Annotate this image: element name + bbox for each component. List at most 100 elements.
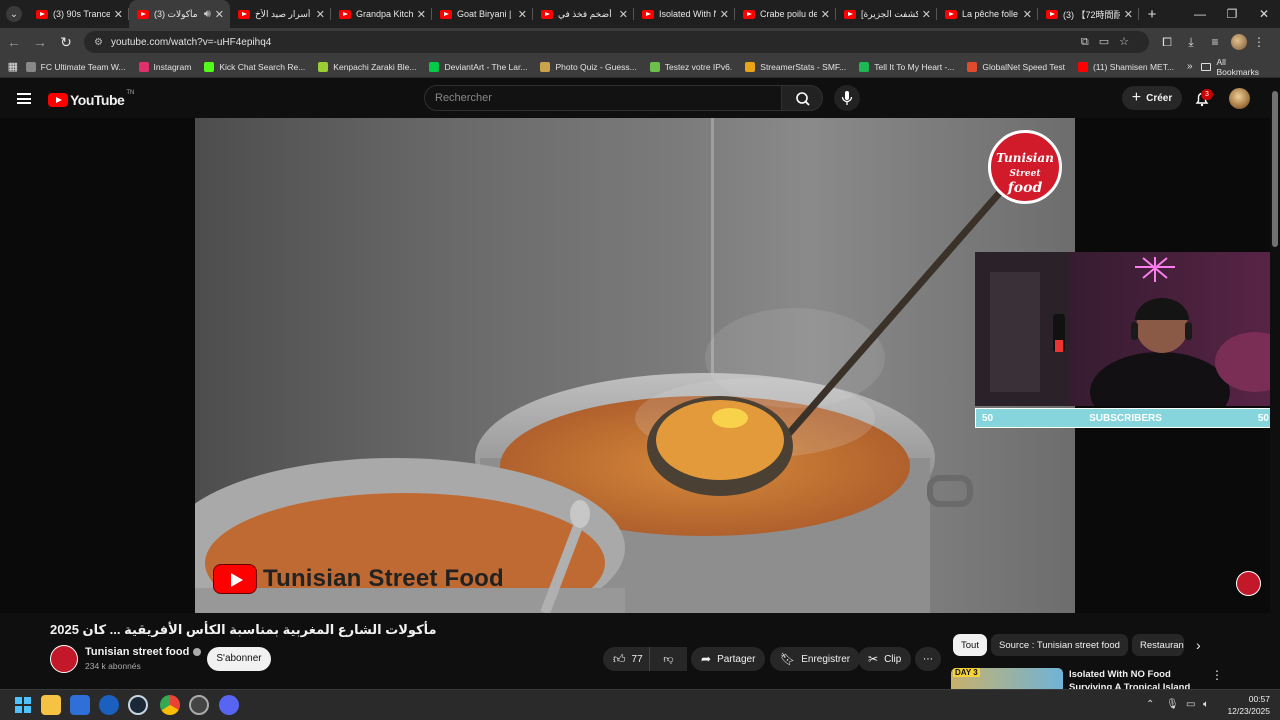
browser-tab[interactable]: Grandpa Kitche ✕ bbox=[331, 0, 432, 28]
scrollbar-thumb[interactable] bbox=[1272, 91, 1278, 247]
volume-icon[interactable]: 🔈︎ bbox=[1203, 699, 1209, 710]
bookmark-item[interactable]: Tell It To My Heart -... bbox=[859, 61, 954, 72]
dislike-button[interactable]: 👎︎ bbox=[649, 647, 687, 671]
recommendation-thumbnail[interactable]: DAY 3 bbox=[951, 668, 1063, 690]
url-text[interactable]: youtube.com/watch?v=-uHF4epihq4 bbox=[111, 37, 1081, 48]
download-icon[interactable]: ⤓ bbox=[1179, 35, 1203, 50]
profile-avatar[interactable] bbox=[1231, 34, 1247, 50]
tab-title: Isolated With N bbox=[659, 9, 716, 19]
bookmark-item[interactable]: StreamerStats - SMF... bbox=[745, 61, 846, 72]
close-tab-icon[interactable]: ✕ bbox=[518, 8, 527, 21]
microphone-tray-icon[interactable]: 🎙︎ bbox=[1166, 699, 1179, 710]
close-window-icon[interactable]: ✕ bbox=[1248, 7, 1280, 21]
address-bar[interactable]: ⚙ youtube.com/watch?v=-uHF4epihq4 ⧉▭☆ bbox=[84, 31, 1149, 53]
file-explorer-icon[interactable] bbox=[41, 695, 61, 715]
close-tab-icon[interactable]: ✕ bbox=[417, 8, 426, 21]
page-scrollbar[interactable] bbox=[1270, 79, 1280, 689]
voice-search-button[interactable] bbox=[834, 85, 860, 111]
recommendation-title[interactable]: Isolated With NO Food Surviving A Tropic… bbox=[1069, 668, 1209, 690]
chrome-icon[interactable] bbox=[160, 695, 180, 715]
webcam-image bbox=[975, 252, 1280, 406]
youtube-favicon-icon bbox=[743, 9, 755, 19]
discord-icon[interactable] bbox=[219, 695, 239, 715]
browser-tab[interactable]: Goat Biryani | ✕ bbox=[432, 0, 533, 28]
browser-app-icon[interactable] bbox=[99, 695, 119, 715]
browser-tab[interactable]: أسرار صيد الأخ ✕ bbox=[230, 0, 331, 28]
chevron-right-icon[interactable]: › bbox=[1196, 637, 1201, 653]
close-tab-icon[interactable]: ✕ bbox=[114, 8, 123, 21]
more-vertical-icon[interactable]: ⋮ bbox=[1211, 668, 1223, 682]
bookmark-item[interactable]: DeviantArt - The Lar... bbox=[429, 61, 527, 72]
browser-tab[interactable]: Crabe poilu de ✕ bbox=[735, 0, 836, 28]
bookmark-label: Kick Chat Search Re... bbox=[219, 61, 306, 72]
close-tab-icon[interactable]: ✕ bbox=[922, 8, 931, 21]
steam-icon[interactable] bbox=[128, 695, 148, 715]
video-frame[interactable]: Tunisian Street food Tunisian Street Foo… bbox=[195, 118, 1075, 613]
display-tray-icon[interactable]: ▭ bbox=[1186, 699, 1195, 710]
browser-tab[interactable]: (3) مأكولات 🔊︎ ✕ bbox=[129, 0, 230, 28]
new-tab-button[interactable]: + bbox=[1139, 6, 1165, 23]
close-tab-icon[interactable]: ✕ bbox=[821, 8, 830, 21]
mail-icon[interactable] bbox=[70, 695, 90, 715]
browser-menu-icon[interactable]: ⋮ bbox=[1251, 35, 1267, 49]
bookmark-item[interactable]: Photo Quiz - Guess... bbox=[540, 61, 637, 72]
extensions-icon[interactable]: ⧠ bbox=[1155, 35, 1179, 50]
create-button[interactable]: + Créer bbox=[1122, 86, 1182, 110]
account-avatar[interactable] bbox=[1229, 88, 1250, 109]
settings-app-icon[interactable] bbox=[189, 695, 209, 715]
watermark-line3: food bbox=[1007, 180, 1043, 196]
bookmark-item[interactable]: Kenpachi Zaraki Ble... bbox=[318, 61, 416, 72]
browser-tab[interactable]: أضخم فخذ في ✕ bbox=[533, 0, 634, 28]
tray-chevron-up-icon[interactable]: ⌃ bbox=[1146, 699, 1154, 710]
apps-grid-icon[interactable]: ▦ bbox=[0, 60, 26, 73]
browser-tab[interactable]: (3) 90s Trance ✕ bbox=[28, 0, 129, 28]
search-input[interactable]: Rechercher bbox=[424, 85, 782, 111]
close-tab-icon[interactable]: ✕ bbox=[1124, 8, 1133, 21]
bookmark-item[interactable]: Kick Chat Search Re... bbox=[204, 61, 306, 72]
chip-source[interactable]: Source : Tunisian street food bbox=[991, 634, 1128, 656]
forward-button[interactable]: → bbox=[28, 34, 52, 50]
minimize-icon[interactable]: — bbox=[1184, 7, 1216, 21]
bookmark-item[interactable]: FC Ultimate Team W... bbox=[25, 61, 126, 72]
chip-restaurant[interactable]: Restauran bbox=[1132, 634, 1184, 656]
youtube-logo[interactable]: YouTube TN bbox=[48, 90, 134, 108]
bookmark-favicon-icon bbox=[540, 61, 551, 72]
menu-icon[interactable] bbox=[17, 93, 31, 104]
system-clock[interactable]: 00:57 12/23/2025 bbox=[1226, 693, 1270, 717]
channel-avatar[interactable] bbox=[50, 645, 78, 673]
browser-tab[interactable]: [كشفت الجزيرة] ✕ bbox=[836, 0, 937, 28]
share-button[interactable]: ➦ Partager bbox=[691, 647, 766, 671]
omnibox-actions[interactable]: ⧉▭☆ bbox=[1081, 35, 1139, 49]
bookmark-item[interactable]: (11) Shamisen MET... bbox=[1077, 61, 1174, 72]
bookmark-item[interactable]: GlobalNet Speed Test bbox=[967, 61, 1065, 72]
audio-icon[interactable]: 🔊︎ bbox=[204, 8, 211, 21]
close-tab-icon[interactable]: ✕ bbox=[720, 8, 729, 21]
save-button[interactable]: 🔖︎ Enregistrer bbox=[770, 647, 861, 671]
windows-start-icon[interactable] bbox=[13, 695, 33, 715]
site-info-icon[interactable]: ⚙ bbox=[94, 37, 103, 48]
youtube-favicon-icon bbox=[541, 9, 553, 19]
search-button[interactable] bbox=[781, 85, 823, 111]
close-tab-icon[interactable]: ✕ bbox=[215, 8, 224, 21]
more-actions-button[interactable]: ⋯ bbox=[915, 647, 941, 671]
browser-tab[interactable]: Isolated With N ✕ bbox=[634, 0, 735, 28]
tab-search-button[interactable]: ⌄ bbox=[0, 0, 28, 28]
browser-tab[interactable]: (3) 【72時間耐 ✕ bbox=[1038, 0, 1139, 28]
subscribe-button[interactable]: S'abonner bbox=[207, 647, 271, 671]
reload-button[interactable]: ↻ bbox=[54, 34, 78, 51]
close-tab-icon[interactable]: ✕ bbox=[619, 8, 628, 21]
close-tab-icon[interactable]: ✕ bbox=[316, 8, 325, 21]
close-tab-icon[interactable]: ✕ bbox=[1023, 8, 1032, 21]
bookmark-item[interactable]: Testez votre IPv6. bbox=[649, 61, 732, 72]
media-control-icon[interactable]: ≡ bbox=[1203, 35, 1227, 50]
channel-name-link[interactable]: Tunisian street food bbox=[85, 646, 202, 658]
bookmark-item[interactable]: Instagram bbox=[138, 61, 191, 72]
chip-all[interactable]: Tout bbox=[953, 634, 987, 656]
channel-branding-icon[interactable] bbox=[1236, 571, 1261, 596]
clip-button[interactable]: ✂ Clip bbox=[858, 647, 912, 671]
browser-tab[interactable]: La pêche folle ✕ bbox=[937, 0, 1038, 28]
all-bookmarks-button[interactable]: All Bookmarks bbox=[1200, 57, 1270, 77]
restore-icon[interactable]: ❐ bbox=[1216, 7, 1248, 21]
bookmarks-overflow-icon[interactable]: » bbox=[1187, 61, 1193, 72]
back-button[interactable]: ← bbox=[2, 34, 26, 50]
